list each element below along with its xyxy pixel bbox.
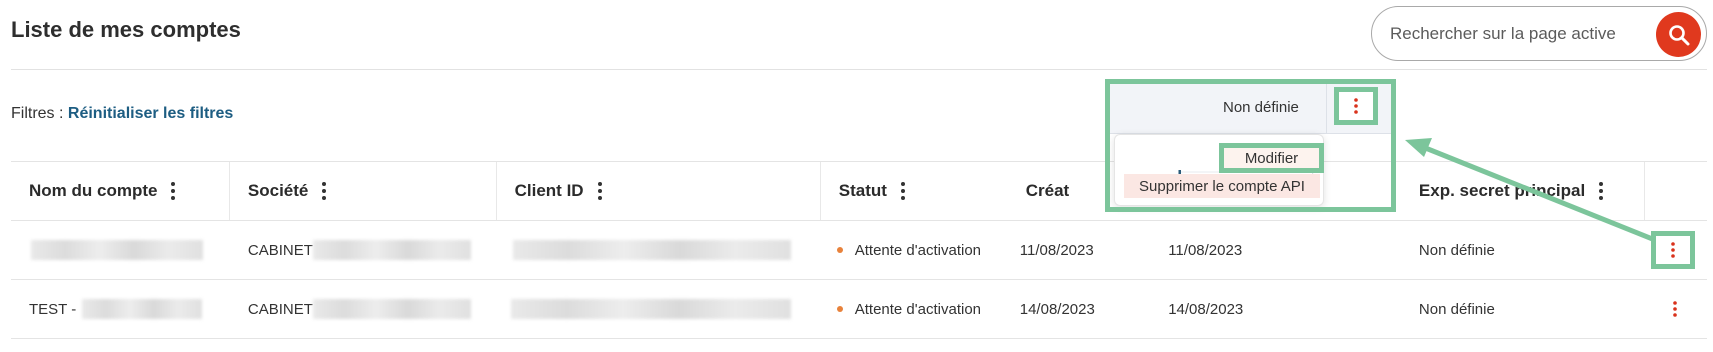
column-label: Exp. secret principal: [1418, 181, 1586, 200]
status-text: Attente d'activation: [854, 300, 982, 318]
created-cell: 14/08/2023: [1007, 279, 1169, 339]
company-text: CABINET: [247, 241, 313, 259]
redacted-text: [312, 240, 471, 260]
redacted-text: [512, 240, 791, 260]
divider: [11, 69, 1707, 70]
account-name-text: TEST -: [29, 300, 77, 318]
column-label: Statut: [838, 181, 887, 200]
date-text: 11/08/2023: [1168, 241, 1243, 259]
date-text: 11/08/2023: [1019, 241, 1094, 259]
secret-exp-text: Non définie: [1418, 300, 1495, 318]
column-menu-icon[interactable]: [1599, 182, 1604, 200]
secret-exp-cell: Non définie: [1400, 279, 1646, 339]
status-dot: [836, 306, 843, 312]
filters-label: Filtres :: [11, 105, 64, 122]
column-header-client-id: Client ID: [496, 161, 821, 221]
accounts-table: Nom du compte Société Client ID Statut C…: [11, 161, 1707, 339]
created-cell: 11/08/2023: [1007, 220, 1169, 280]
table-row[interactable]: CABINET Attente d'activation 11/08/2023 …: [11, 220, 1707, 280]
redacted-text: [82, 299, 203, 319]
redacted-text: [510, 299, 791, 319]
company-cell: CABINET: [229, 279, 497, 339]
redacted-text: [312, 299, 471, 319]
reset-filters-link[interactable]: Réinitialiser les filtres: [68, 105, 233, 122]
client-id-cell: [496, 220, 821, 280]
company-text: CABINET: [247, 300, 313, 318]
actions-cell: [1645, 279, 1707, 339]
column-menu-icon[interactable]: [322, 182, 327, 200]
status-dot: [836, 247, 843, 253]
client-id-cell: [496, 279, 821, 339]
column-header-actions: [1645, 161, 1707, 221]
table-row[interactable]: TEST - CABINET Attente d'activation 14/0…: [11, 279, 1707, 339]
status-cell: Attente d'activation: [820, 220, 1008, 280]
more-vertical-icon: [1673, 301, 1678, 317]
column-label: Nom du compte: [29, 181, 158, 200]
status-text: Attente d'activation: [854, 241, 982, 259]
column-header-secret-exp: Exp. secret principal: [1400, 161, 1646, 221]
table-header-row: Nom du compte Société Client ID Statut C…: [11, 161, 1707, 221]
column-menu-icon[interactable]: [171, 182, 176, 200]
column-header-name: Nom du compte: [11, 161, 230, 221]
page-title: Liste de mes comptes: [11, 17, 241, 42]
redacted-text: [31, 240, 203, 260]
row-actions-button[interactable]: [1651, 231, 1695, 269]
status-cell: Attente d'activation: [820, 279, 1008, 339]
search-button[interactable]: [1656, 12, 1701, 57]
row-actions-button[interactable]: [1655, 289, 1695, 329]
company-cell: CABINET: [229, 220, 497, 280]
date-text: 14/08/2023: [1019, 300, 1095, 318]
column-label: Client ID: [514, 181, 584, 200]
column-header-status: Statut: [820, 161, 1008, 221]
date-cell: 14/08/2023: [1168, 279, 1401, 339]
zoom-highlight-frame: [1105, 79, 1396, 212]
column-header-company: Société: [229, 161, 497, 221]
date-cell: 11/08/2023: [1168, 220, 1401, 280]
secret-exp-text: Non définie: [1418, 241, 1495, 259]
column-label: Société: [247, 181, 309, 200]
account-name-cell: [11, 220, 230, 280]
secret-exp-cell: Non définie: [1400, 220, 1646, 280]
account-name-cell: TEST -: [11, 279, 230, 339]
column-label: Créat: [1025, 181, 1070, 200]
column-menu-icon[interactable]: [597, 182, 602, 200]
search-bar: [1371, 6, 1707, 61]
filters-bar: Filtres : Réinitialiser les filtres: [11, 105, 233, 123]
column-menu-icon[interactable]: [900, 182, 905, 200]
date-text: 14/08/2023: [1168, 300, 1244, 318]
search-icon: [1668, 24, 1689, 45]
more-vertical-icon: [1671, 242, 1675, 258]
search-input[interactable]: [1372, 23, 1644, 44]
